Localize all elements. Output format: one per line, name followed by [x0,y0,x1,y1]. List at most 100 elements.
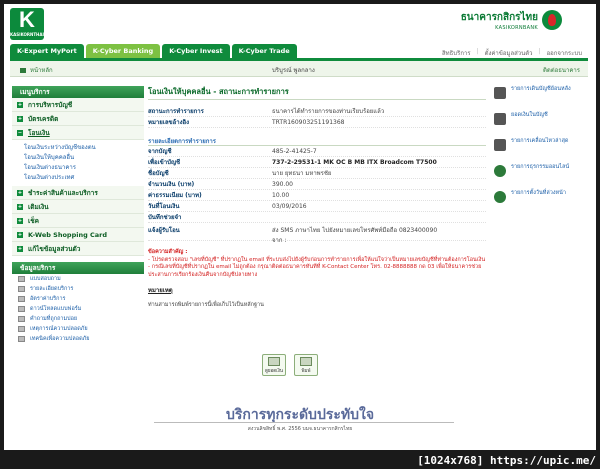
quick-link-label: ยอดเงินในบัญชี [511,112,548,118]
important-notes: ข้อความสำคัญ : - โปรดตรวจสอบ "เลขที่บัญช… [148,249,486,279]
amount-label: จำนวนเงิน (บาท) [148,181,195,188]
service-download-forms[interactable]: ดาวน์โหลดแบบฟอร์ม [12,304,144,314]
balance-icon [494,113,506,125]
plus-icon: + [17,203,23,210]
sidebar-item-label: การบริหารบัญชี [28,100,73,109]
submenu-other-bank[interactable]: โอนเงินต่างธนาคาร [24,163,144,173]
amount-row: จำนวนเงิน (บาท) 390.00 [148,179,486,190]
quick-link-online-tx[interactable]: รายการธุรกรรมออนไลน์ [494,164,590,190]
submenu-own-accounts[interactable]: โอนเงินระหว่างบัญชีของตน [24,143,144,153]
plus-icon: + [17,115,23,122]
recent-icon [494,139,506,151]
tab-k-cyber-invest[interactable]: K-Cyber Invest [162,44,230,58]
magnifier-icon [268,357,280,366]
separator: | [538,48,541,55]
service-fees[interactable]: อัตราค่าบริการ [12,294,144,304]
home-link[interactable]: หน้าหลัก [20,65,53,75]
service-survey[interactable]: แบบสอบถาม [12,274,144,284]
notify-label: แจ้งผู้รับโอน [148,227,180,234]
name-row: ชื่อบัญชี นาย ยุทธนา มหาพรชัย [148,168,486,179]
survey-icon [18,276,25,282]
quick-link-recent[interactable]: รายการเคลื่อนไหวล่าสุด [494,138,590,164]
service-label: คำถามที่ถูกถามบ่อย [30,316,78,322]
sidebar-item-top-up[interactable]: + เติมเงิน [12,200,144,214]
shield-icon [18,326,25,332]
scheduled-icon [494,191,506,203]
service-security-events[interactable]: เหตุการณ์ความปลอดภัย [12,324,144,334]
to-row: เพื่อเข้าบัญชี 737-2-29531-1 MK OC B MB I… [148,157,486,168]
sidebar-item-cheque[interactable]: + เช็ค [12,214,144,228]
bank-name-en: KASIKORNBANK [495,25,538,31]
tab-k-expert[interactable]: K-Expert MyPort [10,44,84,58]
main-content: โอนเงินให้บุคคลอื่น - สถานะการทำรายการ ส… [148,86,486,309]
profile-settings-link[interactable]: ตั้งค่าข้อมูลส่วนตัว [485,48,533,58]
name-label: ชื่อบัญชี [148,170,169,177]
home-label: หน้าหลัก [30,67,53,74]
sidebar-item-k-web-shopping[interactable]: + K-Web Shopping Card [12,228,144,242]
quick-link-scheduled[interactable]: รายการตั้งวันที่ล่วงหน้า [494,190,590,216]
user-name: บริบูรณ์ พูลกลาง [272,67,315,74]
services-title: ข้อมูลบริการ [12,262,144,274]
document-icon [18,286,25,292]
service-security-tips[interactable]: เทคนิคเพื่อความปลอดภัย [12,334,144,344]
contact-bank-link[interactable]: ติดต่อธนาคาร [543,65,580,75]
sidebar-item-transfer[interactable]: − โอนเงิน [12,126,144,140]
transfer-submenu: โอนเงินระหว่างบัญชีของตน โอนเงินให้บุคคล… [12,140,144,186]
quick-link-statement[interactable]: รายการเดินบัญชีย้อนหลัง [494,86,590,112]
logo-subtext: KASIKORNTHAI [10,32,44,37]
plus-icon: + [17,231,23,238]
footer-divider [154,422,454,423]
separator: | [476,48,479,55]
fee-label: ค่าธรรมเนียม (บาท) [148,192,202,199]
service-label: รายละเอียดบริการ [30,286,74,292]
submenu-overseas[interactable]: โอนเงินต่างประเทศ [24,173,144,183]
notify-value: ส่ง SMS ภาษาไทย ไปยังหมายเลขโทรศัพท์มือถ… [272,227,438,234]
ref-label: หมายเลขอ้างอิง [148,119,190,126]
logo-letter: K [19,7,35,32]
to-value: 737-2-29531-1 MK OC B MB ITX Broadcom T7… [272,158,437,166]
service-label: เหตุการณ์ความปลอดภัย [30,326,88,332]
notify-row: แจ้งผู้รับโอน ส่ง SMS ภาษาไทย ไปยังหมายเล… [148,223,486,244]
tab-k-cyber-banking[interactable]: K-Cyber Banking [85,44,161,58]
ref-row: หมายเลขอ้างอิง TRTR160903251191368 [148,117,486,128]
plus-icon: + [17,245,23,252]
print-label: พิมพ์ [301,369,311,374]
services-section: ข้อมูลบริการ แบบสอบถาม รายละเอียดบริการ … [12,262,144,344]
sidebar-item-account-management[interactable]: + การบริหารบัญชี [12,98,144,112]
view-balance-button[interactable]: ดูยอดเงิน [262,354,286,376]
kbank-logo[interactable]: K KASIKORNTHAI [10,8,44,40]
bank-emblem-icon [542,10,562,30]
lock-icon [18,336,25,342]
status-value: ธนาคารได้ทำรายการของท่านเรียบร้อยแล้ว [272,108,385,115]
service-label: แบบสอบถาม [30,276,61,282]
fee-value: 10.00 [272,191,290,199]
to-label: เพื่อเข้าบัญชี [148,159,181,166]
notify-from: จาก : [272,237,287,244]
amount-value: 390.00 [272,180,293,188]
sidebar-item-label: เติมเงิน [28,202,49,211]
tab-k-cyber-trade[interactable]: K-Cyber Trade [231,44,297,58]
quick-link-balance[interactable]: ยอดเงินในบัญชี [494,112,590,138]
privileges-link[interactable]: สิทธิบริการ [442,48,471,58]
faq-icon [18,316,25,322]
quick-link-label: รายการธุรกรรมออนไลน์ [511,164,570,170]
print-button[interactable]: พิมพ์ [294,354,318,376]
submenu-other-person[interactable]: โอนเงินให้บุคคลอื่น [24,153,144,163]
service-details[interactable]: รายละเอียดบริการ [12,284,144,294]
service-faq[interactable]: คำถามที่ถูกถามบ่อย [12,314,144,324]
plus-icon: + [17,217,23,224]
sidebar-item-edit-profile[interactable]: + แก้ไขข้อมูลส่วนตัว [12,242,144,256]
sidebar-item-credit-card[interactable]: + บัตรเครดิต [12,112,144,126]
memo-row: บันทึกช่วยจำ [148,212,486,223]
sidebar-item-bill-payment[interactable]: + ชำระค่าสินค้าและบริการ [12,186,144,200]
fee-row: ค่าธรรมเนียม (บาท) 10.00 [148,190,486,201]
status-row: สถานะการทำรายการ ธนาคารได้ทำรายการของท่าน… [148,106,486,117]
remark-text: ท่านสามารถพิมพ์รายการนี้เพื่อเก็บไว้เป็น… [148,302,264,308]
plus-icon: + [17,101,23,108]
date-label: วันที่โอนเงิน [148,203,180,210]
from-row: จากบัญชี 485-2-41425-7 [148,146,486,157]
breadcrumb: หน้าหลัก บริบูรณ์ พูลกลาง ติดต่อธนาคาร [10,61,588,77]
logout-link[interactable]: ออกจากระบบ [547,48,582,58]
quick-links-panel: รายการเดินบัญชีย้อนหลัง ยอดเงินในบัญชี ร… [494,86,590,216]
ref-value: TRTR160903251191368 [272,118,345,126]
